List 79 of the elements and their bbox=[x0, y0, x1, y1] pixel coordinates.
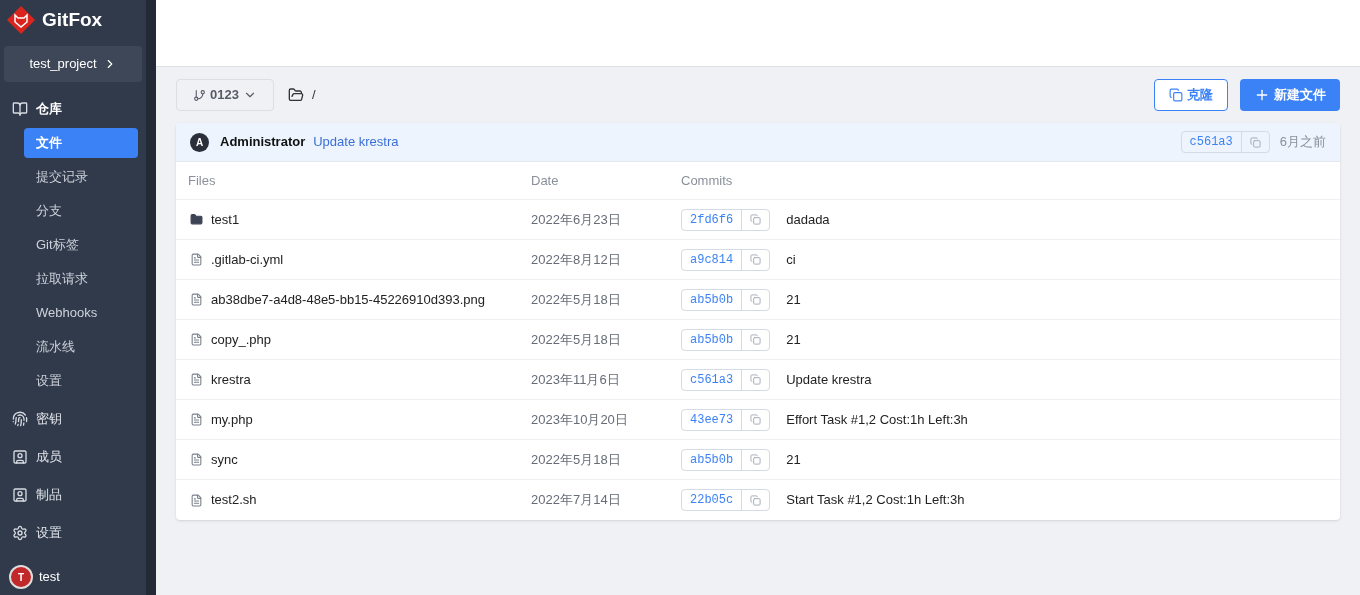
copy-icon bbox=[1249, 136, 1261, 148]
project-selector[interactable]: test_project bbox=[4, 46, 142, 82]
file-date: 2022年6月23日 bbox=[531, 210, 622, 229]
file-name[interactable]: my.php bbox=[211, 409, 253, 430]
copy-icon bbox=[750, 374, 762, 385]
settings-icon bbox=[12, 525, 28, 541]
commit-message: 21 bbox=[786, 290, 801, 309]
commit-message: dadada bbox=[786, 210, 830, 229]
copy-icon bbox=[750, 454, 762, 465]
branch-icon bbox=[193, 88, 206, 102]
file-icon bbox=[190, 253, 203, 266]
file-date: 2023年11月6日 bbox=[531, 370, 621, 389]
file-name[interactable]: krestra bbox=[211, 369, 251, 390]
file-name[interactable]: ab38dbe7-a4d8-48e5-bb15-45226910d393.png bbox=[211, 289, 485, 310]
column-header: Date bbox=[531, 171, 560, 190]
nav-item[interactable]: 成员 bbox=[36, 447, 62, 467]
file-icon bbox=[190, 373, 203, 386]
commit-message: 21 bbox=[786, 330, 801, 349]
commit-message: Update krestra bbox=[786, 370, 872, 389]
copy-icon bbox=[750, 214, 762, 225]
nav-subitem[interactable]: 分支 bbox=[24, 196, 138, 226]
commit-message-link[interactable]: Update krestra bbox=[313, 132, 399, 152]
nav-item[interactable]: 密钥 bbox=[36, 409, 62, 429]
author-name: Administrator bbox=[220, 133, 306, 152]
commit-message: Effort Task #1,2 Cost:1h Left:3h bbox=[786, 410, 968, 429]
fingerprint-icon bbox=[12, 411, 28, 427]
branch-selector[interactable]: 0123 bbox=[176, 79, 274, 111]
file-date: 2022年8月12日 bbox=[531, 250, 622, 269]
file-name[interactable]: test2.sh bbox=[211, 490, 257, 510]
file-date: 2022年5月18日 bbox=[531, 450, 622, 469]
commit-message: Start Task #1,2 Cost:1h Left:3h bbox=[786, 491, 965, 510]
file-icon bbox=[190, 293, 203, 306]
commit-time: 6月之前 bbox=[1279, 133, 1326, 152]
user-name: test bbox=[39, 568, 60, 587]
nav-subitem[interactable]: 文件 bbox=[24, 128, 138, 158]
book-icon bbox=[12, 101, 28, 117]
file-date: 2022年7月14日 bbox=[531, 491, 622, 510]
file-date: 2022年5月18日 bbox=[531, 330, 622, 349]
path-text: / bbox=[311, 86, 316, 105]
file-icon bbox=[190, 453, 203, 466]
copy-icon bbox=[750, 254, 762, 265]
file-name[interactable]: .gitlab-ci.yml bbox=[211, 249, 284, 270]
nav-section-title[interactable]: 仓库 bbox=[36, 99, 62, 119]
folder-icon bbox=[287, 87, 304, 103]
user-avatar[interactable]: T bbox=[9, 565, 33, 589]
file-icon bbox=[190, 493, 203, 507]
copy-icon bbox=[750, 334, 762, 345]
file-name[interactable]: test1 bbox=[211, 209, 240, 230]
copy-icon bbox=[750, 494, 762, 506]
author-avatar: A bbox=[190, 132, 209, 152]
file-date: 2022年5月18日 bbox=[531, 290, 622, 309]
user-card-icon bbox=[12, 487, 28, 503]
plus-icon bbox=[1254, 87, 1270, 103]
copy-icon bbox=[750, 414, 762, 425]
nav-subitem[interactable]: 提交记录 bbox=[24, 162, 138, 192]
brand-name: GitFox bbox=[42, 7, 103, 32]
folder-icon bbox=[190, 213, 203, 226]
nav-subitem[interactable]: 流水线 bbox=[24, 332, 138, 362]
file-icon bbox=[190, 333, 203, 346]
new-file-button[interactable]: 新建文件 bbox=[1240, 79, 1340, 111]
nav-item[interactable]: 制品 bbox=[36, 485, 62, 505]
nav-subitem[interactable]: Webhooks bbox=[24, 298, 138, 328]
copy-icon bbox=[1169, 88, 1183, 102]
nav-subitem[interactable]: 拉取请求 bbox=[24, 264, 138, 294]
file-icon bbox=[190, 413, 203, 426]
file-date: 2023年10月20日 bbox=[531, 410, 629, 429]
commit-message: 21 bbox=[786, 450, 801, 469]
nav-subitem[interactable]: Git标签 bbox=[24, 230, 138, 260]
user-card-icon bbox=[12, 449, 28, 465]
nav-item[interactable]: 设置 bbox=[36, 523, 62, 543]
copy-icon bbox=[750, 294, 762, 305]
column-header: Commits bbox=[681, 171, 733, 190]
file-name[interactable]: sync bbox=[211, 449, 238, 470]
file-name[interactable]: copy_.php bbox=[211, 329, 271, 350]
commit-message: ci bbox=[786, 250, 796, 269]
clone-button[interactable]: 克隆 bbox=[1154, 79, 1228, 111]
nav-subitem[interactable]: 设置 bbox=[24, 366, 138, 396]
column-header: Files bbox=[188, 171, 217, 190]
fox-logo-icon bbox=[6, 5, 36, 35]
